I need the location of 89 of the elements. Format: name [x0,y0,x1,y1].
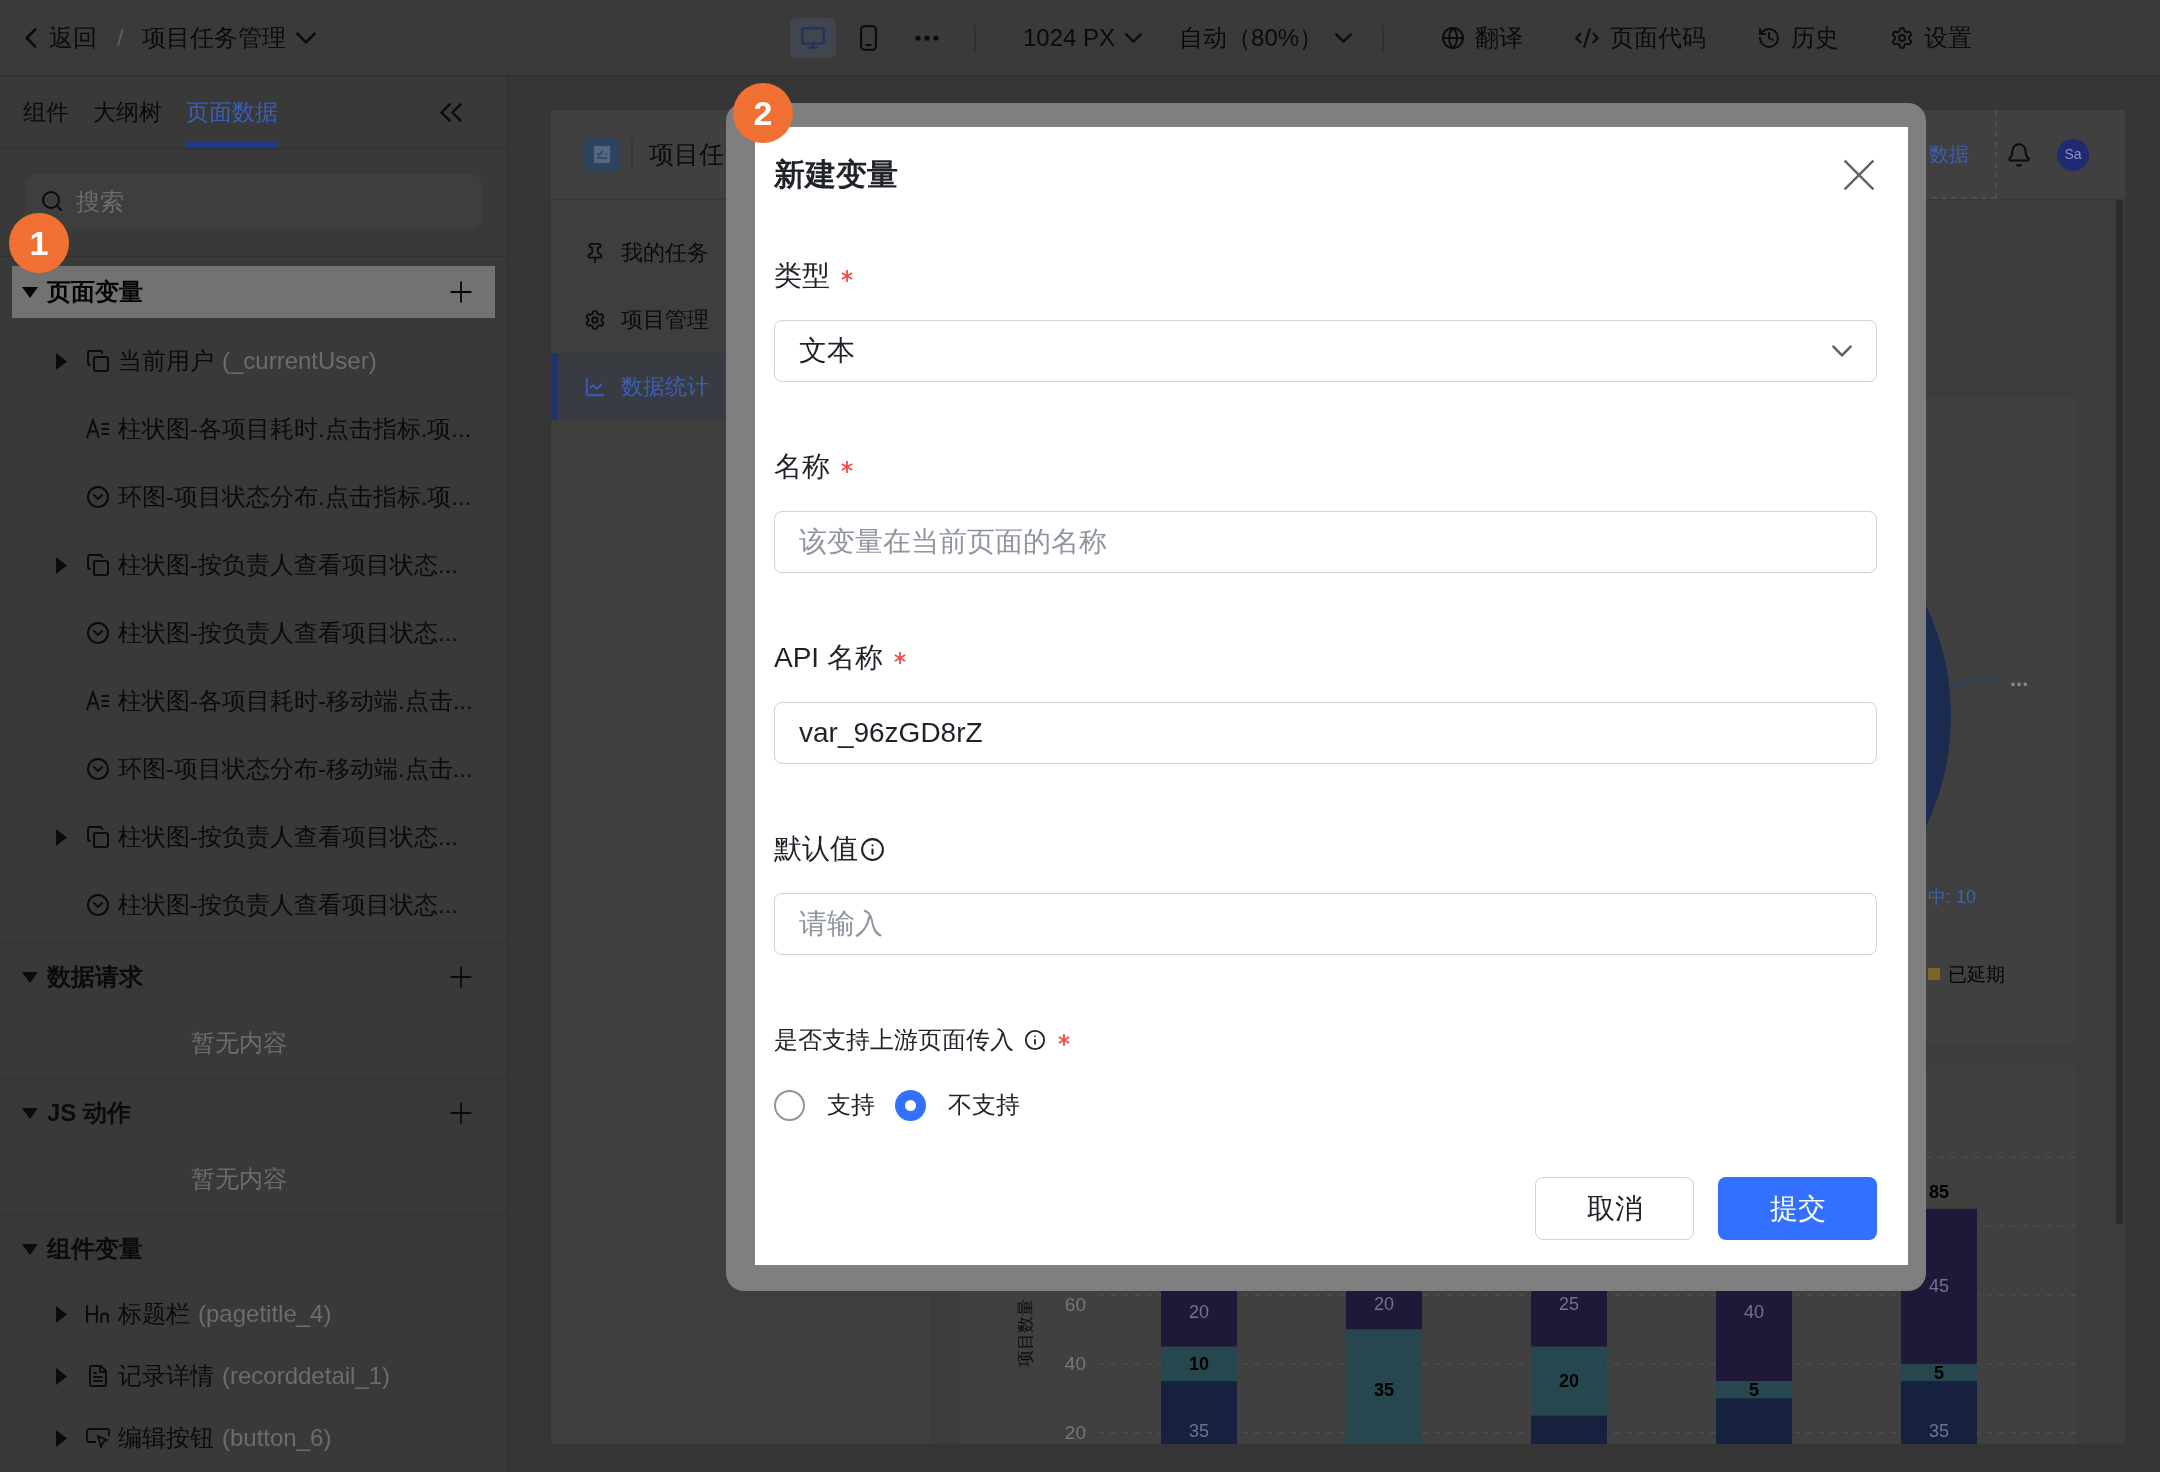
close-icon [1843,159,1875,191]
monitor-icon [800,24,826,51]
slice-label: ... [2010,665,2029,691]
input-field[interactable]: 请输入 [774,893,1877,955]
line-chart-icon [584,375,606,398]
step-badge: 1 [9,213,69,273]
radio-label: 支持 [827,1090,875,1120]
field-label: 是否支持上游页面传入 [774,1025,1014,1055]
heading-icon [86,1304,110,1324]
user-avatar[interactable]: Sa [2057,138,2089,171]
overlapping-squares-icon [86,553,110,577]
overlapping-squares-icon [86,349,110,373]
plus-icon [450,1102,472,1124]
bar-value-label: 35 [1374,1379,1394,1400]
chevron-left-icon [25,27,37,48]
close-button[interactable] [1843,159,1875,191]
phone-icon [859,24,877,51]
input-field[interactable]: var_96zGD8rZ [774,702,1877,764]
radio-button[interactable] [774,1089,805,1121]
nav-item[interactable]: 数据统计 [551,353,726,420]
bar-value-label: 40 [1744,1302,1764,1323]
bar-value-label: 20 [1374,1294,1394,1314]
bell-icon[interactable] [2006,141,2032,168]
field-label: API 名称 [774,641,883,675]
chevron-down-icon [1832,345,1852,357]
bar-value-label: 20 [1189,1302,1209,1323]
panel-tab[interactable]: 页面数据 [186,76,278,148]
dialog-title: 新建变量 [774,155,898,194]
field-label: 默认值 [774,832,858,866]
breadcrumb-separator: / [117,22,124,53]
input-field[interactable]: 该变量在当前页面的名称 [774,511,1877,573]
caret-right-icon[interactable] [56,556,67,574]
select-field[interactable]: 文本 [774,320,1877,382]
field-label: 名称 [774,450,830,484]
bar-value-label: 5 [1934,1362,1944,1383]
y-tick-label: 20 [1064,1422,1086,1444]
globe-icon [1441,25,1466,50]
caret-down-icon[interactable] [22,286,38,298]
text-format-icon [86,691,110,711]
bar-value-label: 35 [1189,1421,1209,1441]
field-label: 类型 [774,259,830,293]
slice-label: 中: 10 [1928,887,1977,907]
bar-value-label: 35 [1929,1421,1949,1441]
bar-value-label: 5 [1749,1379,1759,1400]
caret-right-icon[interactable] [56,1367,67,1385]
overlapping-squares-icon [86,825,110,849]
app-logo-icon [584,138,620,171]
y-tick-label: 40 [1064,1353,1086,1375]
y-tick-label: 60 [1064,1293,1086,1315]
circle-chevron-down-icon [86,621,110,645]
text-format-icon [86,419,110,439]
desktop-view-button[interactable] [790,17,836,58]
cursor-box-icon [86,1428,110,1448]
gear-icon [584,308,606,331]
search-icon [40,189,64,213]
caret-right-icon[interactable] [56,352,67,370]
plus-icon [450,966,472,988]
submit-button[interactable]: 提交 [1718,1177,1877,1240]
radio-label: 不支持 [948,1090,1020,1120]
section-toggle[interactable]: 页面变量 [22,274,143,310]
add-button[interactable] [450,281,472,303]
chevron-down-icon [1125,32,1143,43]
step-badge: 2 [733,83,793,143]
cancel-button[interactable]: 取消 [1535,1177,1694,1240]
settings-icon [1890,25,1915,50]
info-icon[interactable] [1024,1029,1046,1051]
info-icon[interactable] [860,836,885,862]
caret-right-icon[interactable] [56,1429,67,1447]
chevron-down-icon [295,31,316,44]
circle-chevron-down-icon [86,757,110,781]
header-link[interactable]: 数据 [1929,138,1969,169]
document-icon [86,1364,110,1388]
collapse-panel-icon[interactable] [440,102,462,122]
circle-chevron-down-icon [86,485,110,509]
circle-chevron-down-icon [86,893,110,917]
caret-right-icon[interactable] [56,828,67,846]
bar-value-label: 10 [1189,1353,1209,1374]
bar-value-label: 25 [1559,1294,1579,1314]
bar-total-label: 85 [1929,1181,1949,1202]
more-icon [914,34,940,41]
plus-icon [450,281,472,303]
chevron-down-icon [1335,32,1353,43]
history-icon [1757,25,1782,50]
caret-right-icon[interactable] [56,1305,67,1323]
bar-value-label: 20 [1559,1371,1579,1392]
legend-label: 已延期 [1948,963,2005,985]
leader-line [1951,677,2001,688]
bar-value-label: 45 [1929,1276,1949,1297]
radio-button[interactable] [895,1089,926,1121]
